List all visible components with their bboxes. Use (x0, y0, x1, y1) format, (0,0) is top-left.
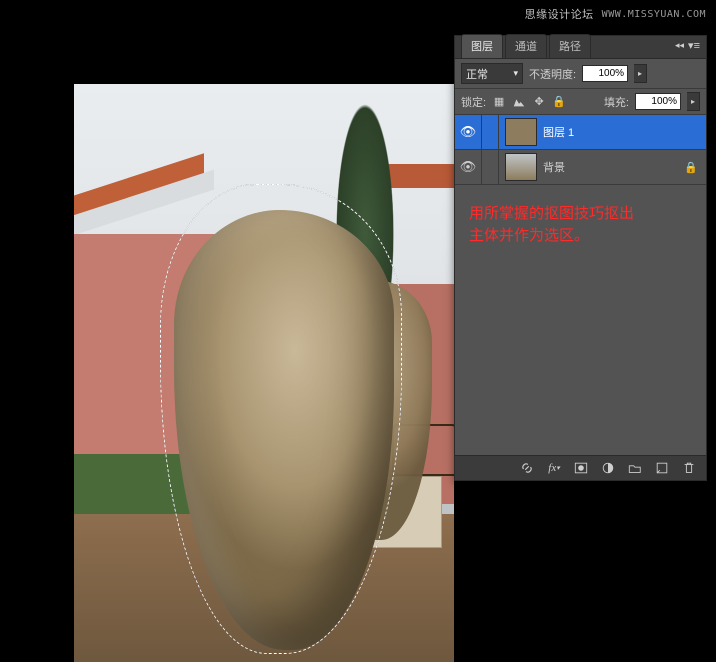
panel-footer: fx▾ (455, 455, 706, 480)
link-layers-icon[interactable] (518, 460, 536, 476)
layer-name[interactable]: 图层 1 (543, 124, 574, 140)
link-column[interactable] (482, 115, 499, 149)
watermark: 思缘设计论坛 WWW.MISSYUAN.COM (525, 6, 706, 22)
canvas-image[interactable] (74, 84, 454, 662)
opacity-label: 不透明度: (529, 66, 576, 82)
watermark-url: WWW.MISSYUAN.COM (602, 9, 706, 20)
adjustment-layer-icon[interactable] (599, 460, 617, 476)
opacity-input[interactable] (582, 65, 628, 82)
layer-thumbnail[interactable] (505, 153, 537, 181)
lock-position-icon[interactable]: ✥ (532, 95, 546, 109)
app-stage: 思缘设计论坛 WWW.MISSYUAN.COM 图层 通道 路径 ◂◂ ▾≡ 正 (0, 0, 716, 662)
new-group-icon[interactable] (626, 460, 644, 476)
add-mask-icon[interactable] (572, 460, 590, 476)
blend-opacity-row: 正常 ▾ 不透明度: ▸ (455, 59, 706, 89)
layers-list: 👁 图层 1 👁 背景 🔒 (455, 115, 706, 187)
delete-layer-icon[interactable] (680, 460, 698, 476)
new-layer-icon[interactable] (653, 460, 671, 476)
layers-panel: 图层 通道 路径 ◂◂ ▾≡ 正常 ▾ 不透明度: ▸ 锁定: ▦ ✥ 🔒 填充… (454, 35, 707, 481)
lock-icon: 🔒 (684, 161, 698, 174)
chevron-down-icon: ▾ (513, 68, 518, 79)
instruction-line-2: 主体并作为选区。 (469, 225, 692, 247)
fx-icon[interactable]: fx▾ (545, 460, 563, 476)
layer-name[interactable]: 背景 (543, 159, 565, 175)
link-column[interactable] (482, 150, 499, 184)
instruction-line-1: 用所掌握的抠图技巧抠出 (469, 203, 692, 225)
tab-paths[interactable]: 路径 (549, 34, 591, 58)
lock-label: 锁定: (461, 94, 486, 110)
lock-transparent-icon[interactable]: ▦ (492, 95, 506, 109)
opacity-flyout-icon[interactable]: ▸ (634, 64, 647, 83)
fill-flyout-icon[interactable]: ▸ (687, 92, 700, 111)
collapse-panel-icon[interactable]: ◂◂ (675, 40, 684, 51)
watermark-text: 思缘设计论坛 (525, 6, 594, 22)
lock-all-icon[interactable]: 🔒 (552, 95, 566, 109)
tab-layers[interactable]: 图层 (461, 34, 503, 58)
instruction-note: 用所掌握的抠图技巧抠出 主体并作为选区。 (455, 187, 706, 263)
blend-mode-value: 正常 (466, 66, 488, 82)
panel-menu-icon[interactable]: ▾≡ (688, 39, 700, 52)
visibility-eye-icon[interactable]: 👁 (455, 115, 482, 149)
layer-row[interactable]: 👁 图层 1 (455, 115, 706, 150)
fill-input[interactable] (635, 93, 681, 110)
layer-thumbnail[interactable] (505, 118, 537, 146)
panel-titlebar: 图层 通道 路径 ◂◂ ▾≡ (455, 36, 706, 59)
lock-fill-row: 锁定: ▦ ✥ 🔒 填充: ▸ (455, 89, 706, 115)
lock-image-icon[interactable] (512, 95, 526, 109)
layer-row[interactable]: 👁 背景 🔒 (455, 150, 706, 185)
fill-label: 填充: (604, 94, 629, 110)
blend-mode-select[interactable]: 正常 ▾ (461, 63, 523, 84)
visibility-eye-icon[interactable]: 👁 (455, 150, 482, 184)
tab-channels[interactable]: 通道 (505, 34, 547, 58)
